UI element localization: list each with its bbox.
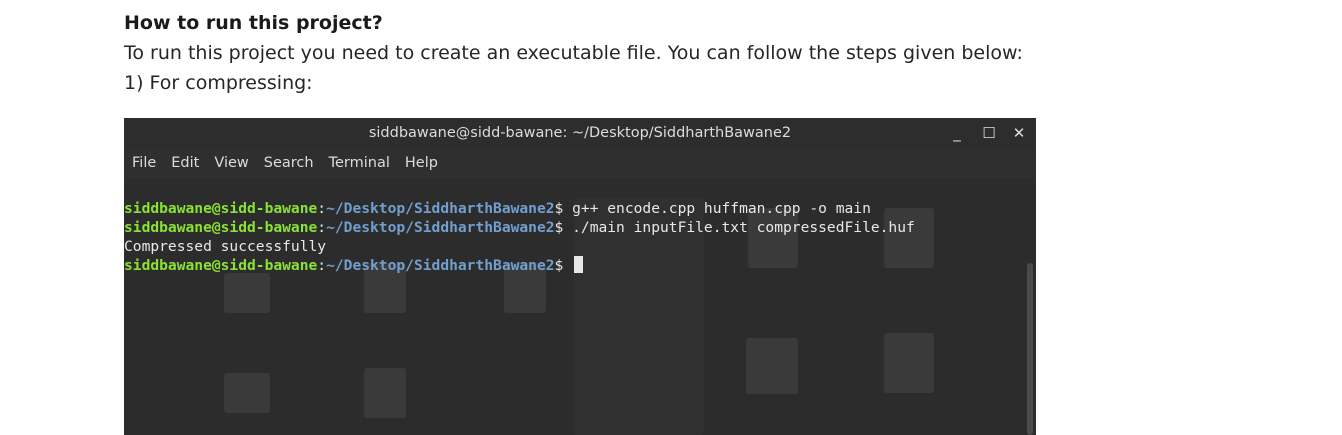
menu-view[interactable]: View xyxy=(214,155,248,171)
terminal-output: siddbawane@sidd-bawane:~/Desktop/Siddhar… xyxy=(124,180,915,313)
menu-search[interactable]: Search xyxy=(264,155,314,171)
menu-terminal[interactable]: Terminal xyxy=(329,155,390,171)
terminal-prompt[interactable]: siddbawane@sidd-bawane:~/Desktop/Siddhar… xyxy=(124,256,915,275)
section-heading: How to run this project? xyxy=(124,12,383,34)
menu-file[interactable]: File xyxy=(132,155,156,171)
cursor xyxy=(574,256,584,273)
close-icon[interactable]: ✕ xyxy=(1006,122,1032,144)
terminal-screenshot: siddbawane@sidd-bawane: ~/Desktop/Siddha… xyxy=(124,118,1036,435)
step-label: 1) For compressing: xyxy=(124,72,313,94)
terminal-menubar: File Edit View Search Terminal Help xyxy=(124,148,1036,178)
terminal-line: siddbawane@sidd-bawane:~/Desktop/Siddhar… xyxy=(124,219,915,236)
intro-text: To run this project you need to create a… xyxy=(124,42,1023,64)
terminal-line: Compressed successfully xyxy=(124,238,327,255)
scrollbar[interactable] xyxy=(1027,263,1033,435)
minimize-icon[interactable]: _ xyxy=(944,122,970,144)
menu-help[interactable]: Help xyxy=(405,155,438,171)
ghost-file-icon xyxy=(884,333,934,393)
maximize-icon[interactable]: ☐ xyxy=(976,122,1002,144)
terminal-title: siddbawane@sidd-bawane: ~/Desktop/Siddha… xyxy=(368,125,792,141)
ghost-file-icon xyxy=(364,368,406,418)
ghost-gear-icon xyxy=(746,338,798,394)
terminal-line: siddbawane@sidd-bawane:~/Desktop/Siddhar… xyxy=(124,200,871,217)
menu-edit[interactable]: Edit xyxy=(171,155,199,171)
terminal-titlebar: siddbawane@sidd-bawane: ~/Desktop/Siddha… xyxy=(124,118,1036,148)
ghost-folder-icon xyxy=(224,373,270,413)
